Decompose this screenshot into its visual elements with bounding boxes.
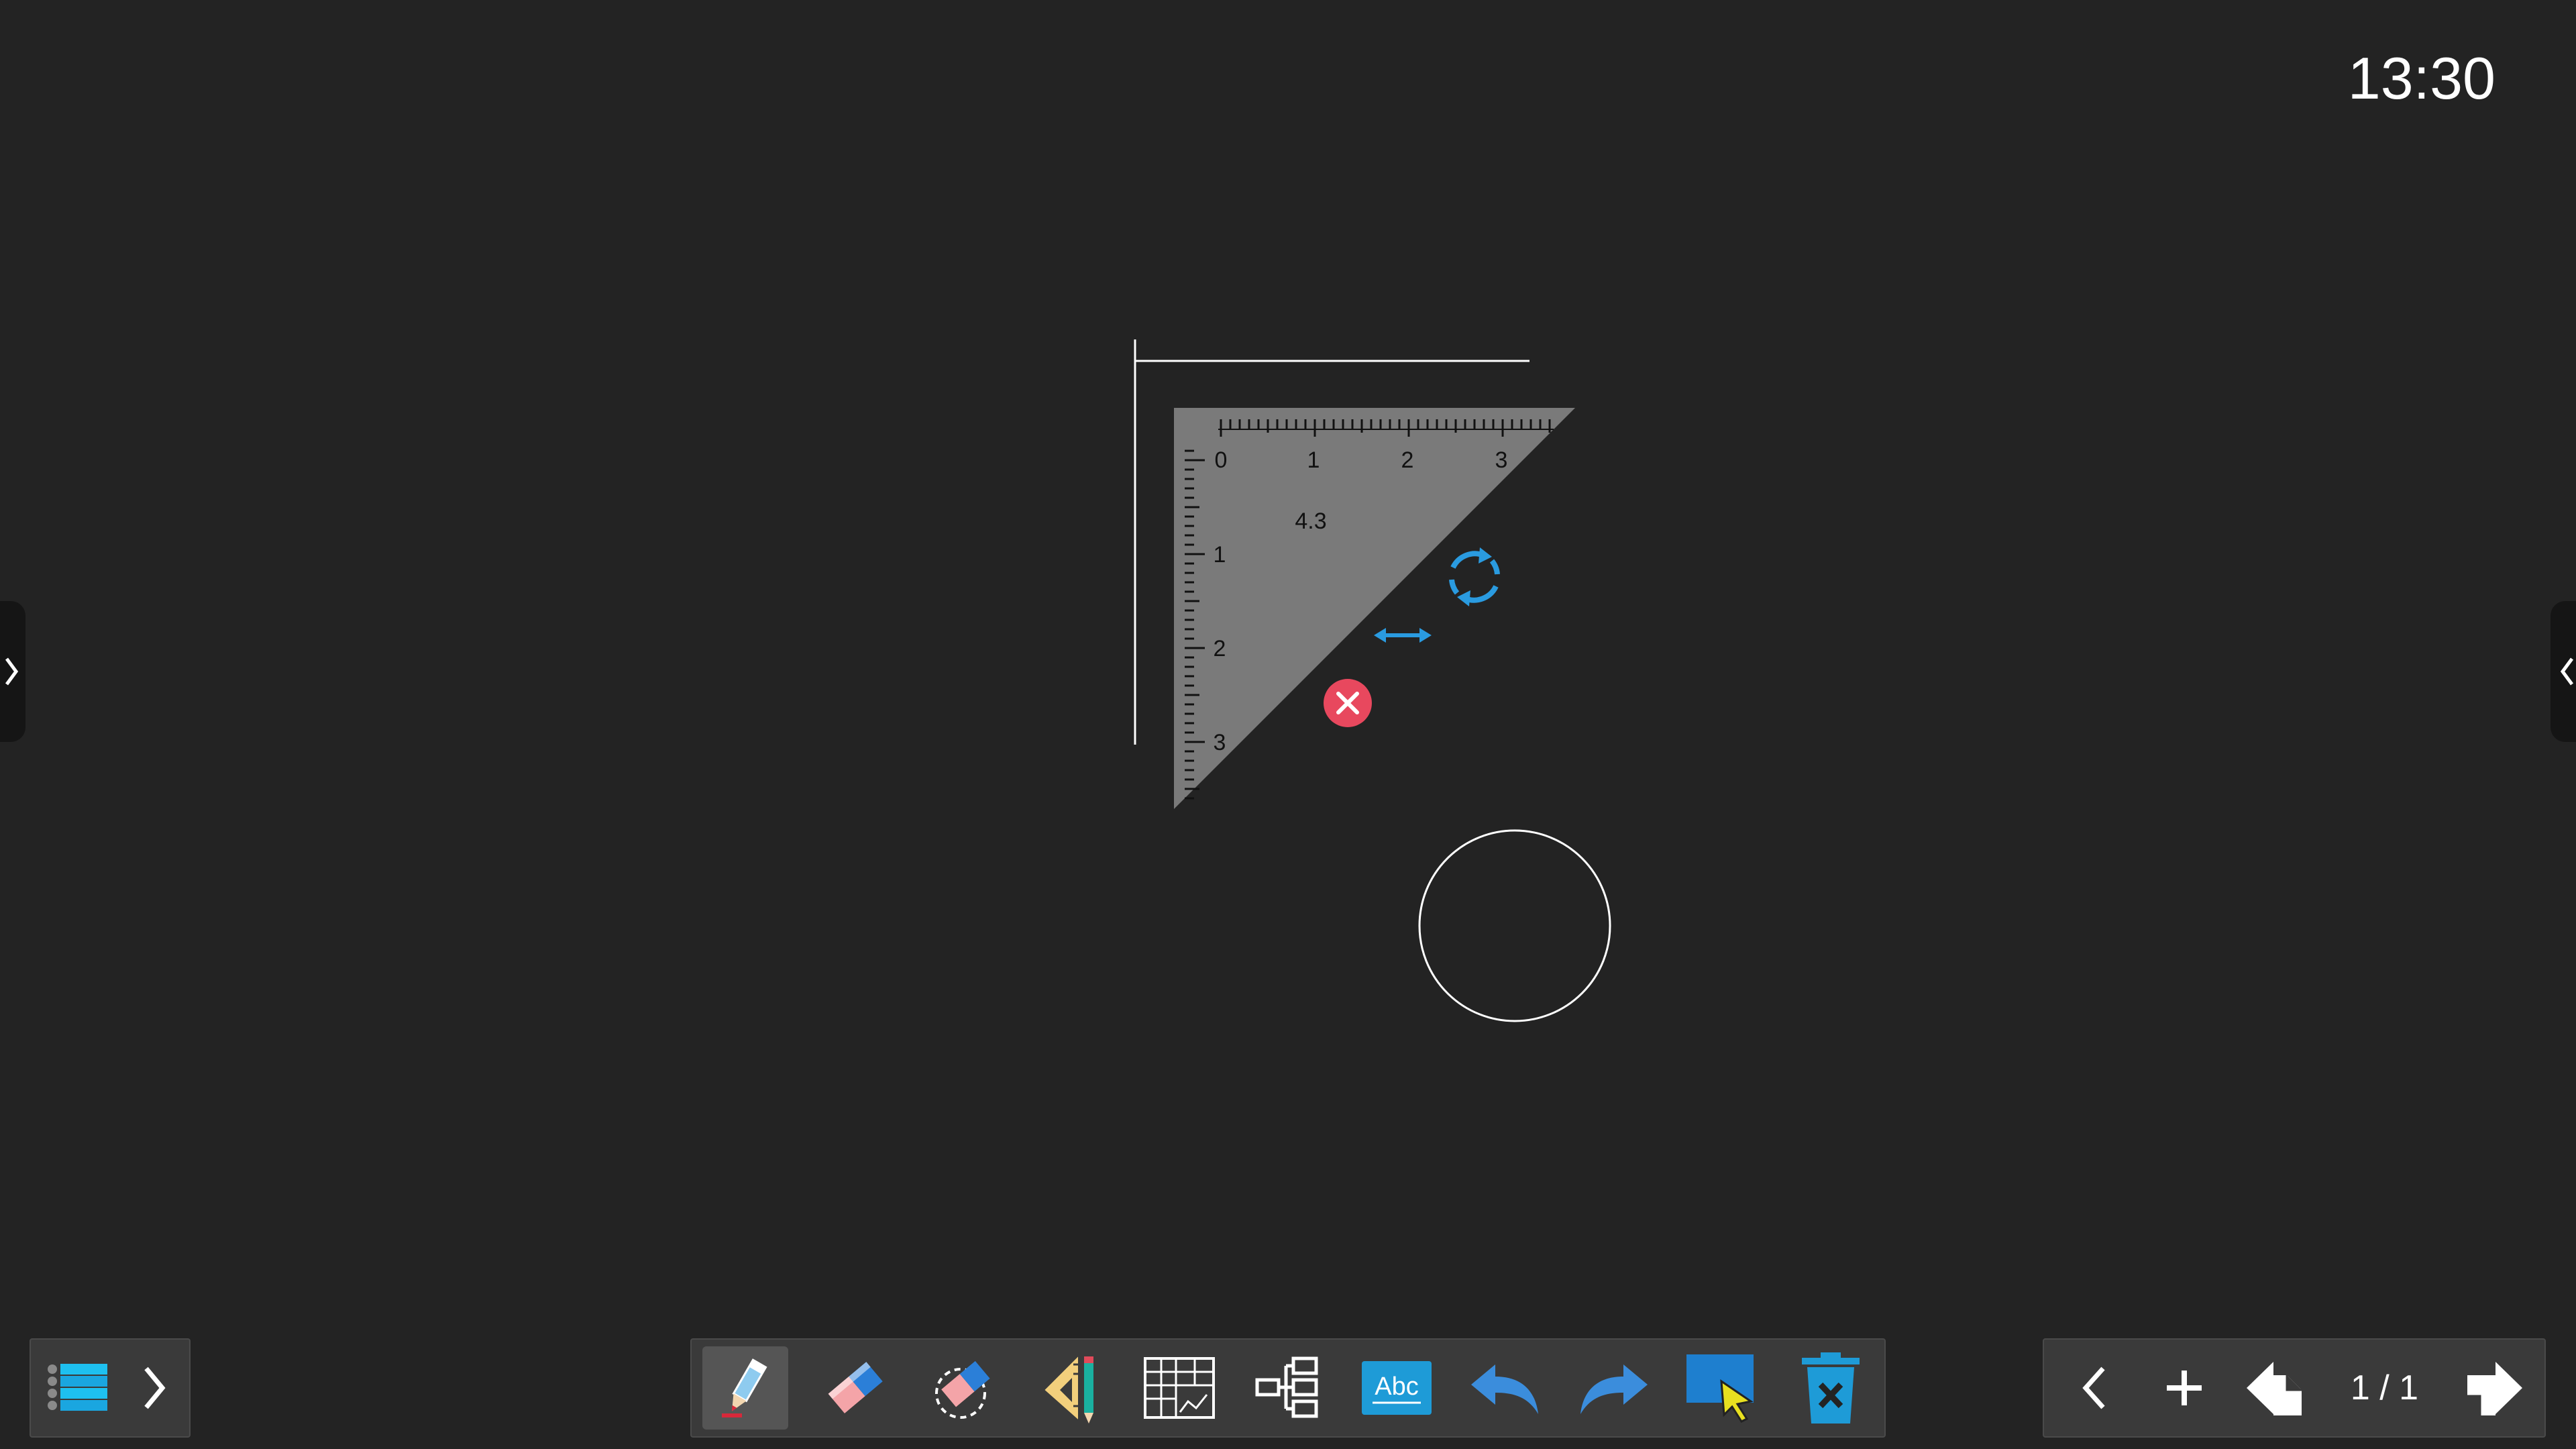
mindmap-tool[interactable] (1245, 1346, 1331, 1430)
drawn-circle[interactable] (1418, 829, 1611, 1022)
pen-tool[interactable] (702, 1346, 788, 1430)
next-page-button[interactable] (2461, 1346, 2528, 1430)
resize-arrows-icon[interactable] (1374, 628, 1432, 643)
svg-text:Abc: Abc (1375, 1373, 1418, 1401)
left-scale-label-1: 1 (1214, 542, 1226, 568)
top-scale-label-2: 2 (1401, 447, 1414, 473)
undo-icon (1470, 1364, 1538, 1414)
text-tool[interactable]: Abc (1354, 1346, 1440, 1430)
add-page-button[interactable] (2151, 1346, 2218, 1430)
page-navigator: 1 / 1 (2043, 1338, 2546, 1438)
eraser-tool[interactable] (811, 1346, 897, 1430)
trash-icon (1801, 1352, 1860, 1424)
page-indicator: 1 / 1 (2350, 1368, 2419, 1407)
abc-text-icon: Abc (1361, 1361, 1432, 1415)
menu-panel (30, 1338, 191, 1438)
whiteboard-canvas[interactable]: 0 1 2 3 1 2 3 4.3 (0, 0, 2576, 1315)
top-scale-label-1: 1 (1307, 447, 1320, 473)
close-set-square-button[interactable] (1324, 679, 1372, 727)
lasso-eraser-icon (934, 1360, 990, 1419)
select-cursor-icon (1686, 1354, 1754, 1423)
previous-button[interactable] (2060, 1346, 2127, 1430)
pencil-icon (722, 1358, 767, 1417)
mindmap-icon (1255, 1356, 1318, 1418)
set-square[interactable]: 0 1 2 3 1 2 3 4.3 (1174, 408, 1575, 809)
top-scale-label-0: 0 (1215, 447, 1228, 473)
page-forward-arrow-icon (2467, 1362, 2522, 1415)
redo-tool[interactable] (1570, 1346, 1656, 1430)
redo-icon (1580, 1364, 1648, 1414)
select-tool[interactable] (1679, 1346, 1765, 1430)
menu-list-icon (48, 1364, 107, 1411)
menu-button[interactable] (44, 1346, 111, 1430)
measurement-readout: 4.3 (1295, 508, 1326, 534)
main-toolbar: Abc (690, 1338, 1886, 1438)
left-scale-label-3: 3 (1214, 730, 1226, 755)
plus-icon (2166, 1371, 2202, 1405)
top-scale-label-3: 3 (1495, 447, 1508, 473)
clear-tool[interactable] (1788, 1346, 1874, 1430)
rotate-handle-icon[interactable] (1449, 547, 1500, 606)
expand-menu-button[interactable] (134, 1346, 174, 1430)
table-tool[interactable] (1136, 1346, 1222, 1430)
chevron-right-icon (144, 1366, 166, 1409)
chevron-left-icon (2082, 1366, 2105, 1409)
lasso-eraser-tool[interactable] (920, 1346, 1006, 1430)
previous-page-button[interactable] (2241, 1346, 2308, 1430)
left-scale-label-2: 2 (1214, 636, 1226, 661)
geometry-tool[interactable] (1028, 1346, 1114, 1430)
undo-tool[interactable] (1462, 1346, 1548, 1430)
eraser-icon (828, 1362, 883, 1413)
table-chart-icon (1144, 1357, 1216, 1419)
ruler-pencil-icon (1042, 1353, 1094, 1424)
page-back-arrow-icon (2247, 1362, 2302, 1415)
